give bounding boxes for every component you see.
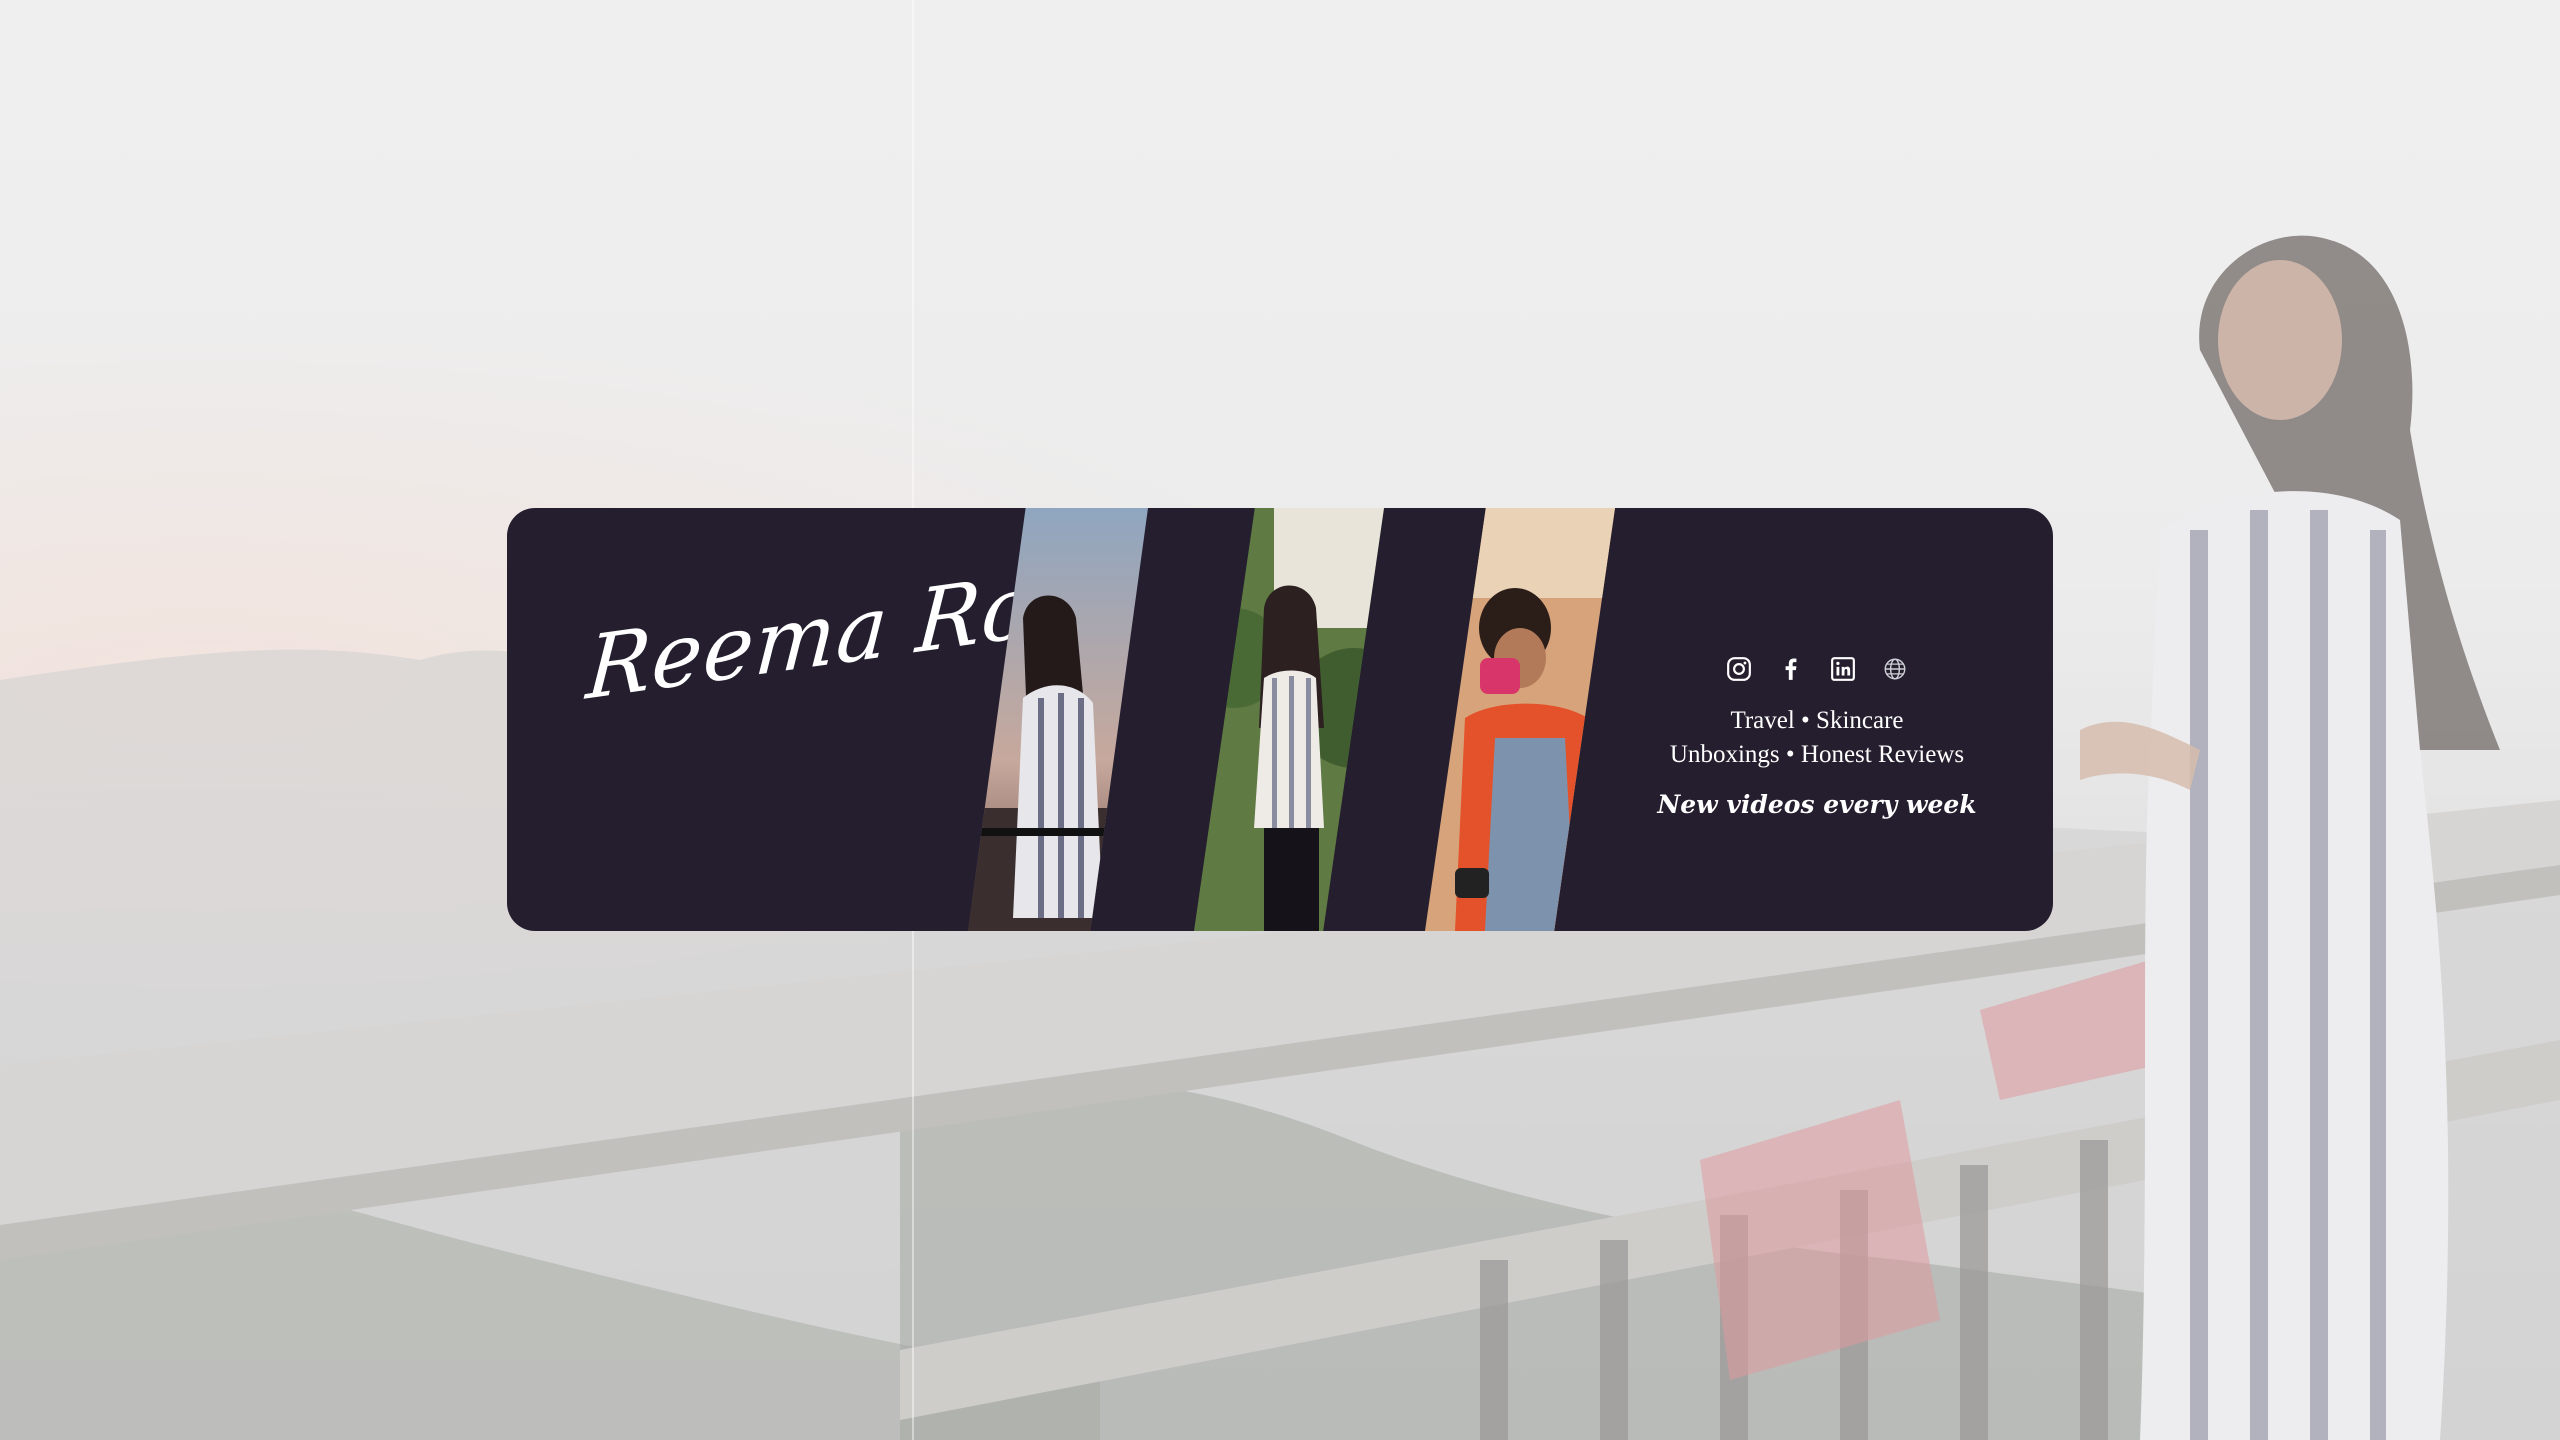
globe-icon[interactable] xyxy=(1882,656,1908,682)
instagram-icon[interactable] xyxy=(1726,656,1752,682)
photo-strip-garden xyxy=(1194,508,1384,931)
channel-banner: Reema Roy Travel • Skincare Unboxings • … xyxy=(507,508,2053,931)
social-links xyxy=(1627,656,2007,682)
banner-info: Travel • Skincare Unboxings • Honest Rev… xyxy=(1627,508,2053,931)
tagline-topics: Travel • Skincare xyxy=(1730,707,1904,734)
tagline-content: Unboxings • Honest Reviews xyxy=(1669,741,1965,768)
facebook-icon[interactable] xyxy=(1778,656,1804,682)
photo-strip-coffee xyxy=(1425,508,1615,931)
upload-schedule: New videos every week xyxy=(1657,790,1977,819)
channel-name: Reema Roy xyxy=(583,548,1087,720)
linkedin-icon[interactable] xyxy=(1830,656,1856,682)
